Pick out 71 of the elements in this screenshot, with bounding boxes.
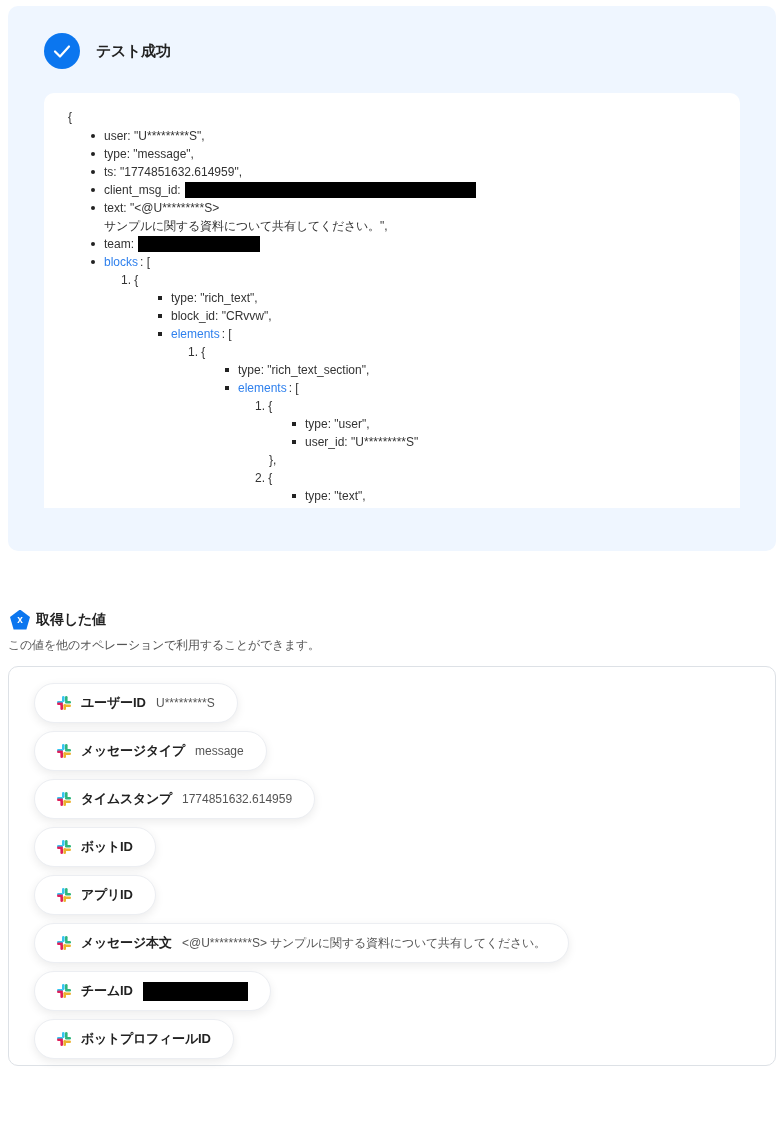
json-line: type: "text",: [305, 488, 366, 505]
value-chip[interactable]: アプリID: [34, 875, 156, 915]
bullet-icon: [292, 494, 296, 498]
bullet-icon: [91, 152, 95, 156]
chip-value: 1774851632.614959: [182, 791, 293, 808]
bullet-icon: [225, 368, 229, 372]
result-title: テスト成功: [96, 40, 171, 61]
chip-value: message: [195, 743, 244, 760]
app-logo-icon: [57, 936, 71, 950]
chip-label: ボットプロフィールID: [81, 1030, 211, 1049]
value-chip[interactable]: メッセージ本文 <@U*********S> サンプルに関する資料について共有してください。: [34, 923, 570, 963]
json-key: team:: [104, 235, 134, 253]
json-item-number: 1. {: [121, 272, 140, 289]
bullet-icon: [91, 170, 95, 174]
chip-label: ボットID: [81, 838, 133, 857]
json-line: user_id: "U*********S": [305, 434, 419, 451]
json-bracket: : [: [288, 380, 299, 397]
value-chip[interactable]: ボットプロフィールID: [34, 1019, 234, 1059]
json-bracket: : [: [140, 254, 151, 271]
json-line: user: "U*********S",: [104, 128, 205, 145]
value-chip[interactable]: メッセージタイプ message: [34, 731, 267, 771]
json-item-number: 2. {: [255, 470, 274, 487]
check-icon: [44, 33, 80, 69]
app-logo-icon: [57, 792, 71, 806]
chip-label: タイムスタンプ: [81, 790, 172, 809]
json-line: type: "message",: [104, 146, 194, 163]
json-key: client_msg_id:: [104, 181, 181, 199]
chip-label: メッセージタイプ: [81, 742, 185, 761]
app-logo-icon: [57, 696, 71, 710]
bullet-icon: [292, 422, 296, 426]
json-line: type: "user",: [305, 416, 370, 433]
app-logo-icon: [57, 1032, 71, 1046]
section-title: 取得した値: [36, 610, 106, 629]
section-description: この値を他のオペレーションで利用することができます。: [7, 637, 321, 654]
json-item-number: 1. {: [188, 344, 207, 361]
value-chip[interactable]: タイムスタンプ 1774851632.614959: [34, 779, 316, 819]
chip-label: アプリID: [81, 886, 133, 905]
chip-label: チームID: [81, 982, 133, 1001]
json-line: type: "rich_text_section",: [238, 362, 370, 379]
json-brace: {: [68, 109, 73, 126]
value-chip[interactable]: チームID: [34, 971, 271, 1011]
bullet-icon: [91, 134, 95, 138]
app-logo-icon: [57, 744, 71, 758]
app-logo-icon: [57, 888, 71, 902]
bullet-icon: [91, 242, 95, 246]
bullet-icon: [158, 332, 162, 336]
bullet-icon: [91, 260, 95, 264]
chip-label: ユーザーID: [81, 694, 146, 713]
json-bracket: : [: [221, 326, 232, 343]
bullet-icon: [91, 188, 95, 192]
chip-value: U*********S: [156, 695, 215, 712]
json-line: block_id: "CRvvw",: [171, 308, 272, 325]
app-logo-icon: [57, 984, 71, 998]
chip-label: メッセージ本文: [81, 934, 172, 953]
bullet-icon: [91, 206, 95, 210]
json-item-number: 1. {: [255, 398, 274, 415]
variable-badge: x: [10, 609, 30, 630]
bullet-icon: [158, 296, 162, 300]
json-brace: },: [268, 452, 278, 469]
chip-value: <@U*********S> サンプルに関する資料について共有してください。: [182, 935, 547, 952]
json-line: type: "rich_text",: [171, 290, 258, 307]
bullet-icon: [292, 440, 296, 444]
value-chip[interactable]: ユーザーID U*********S: [34, 683, 238, 723]
json-link[interactable]: elements: [171, 325, 220, 343]
bullet-icon: [225, 386, 229, 390]
json-link[interactable]: elements: [238, 379, 287, 397]
json-line: ts: "1774851632.614959",: [104, 164, 242, 181]
app-logo-icon: [57, 840, 71, 854]
bullet-icon: [158, 314, 162, 318]
json-link[interactable]: blocks: [104, 253, 138, 271]
value-chip[interactable]: ボットID: [34, 827, 156, 867]
